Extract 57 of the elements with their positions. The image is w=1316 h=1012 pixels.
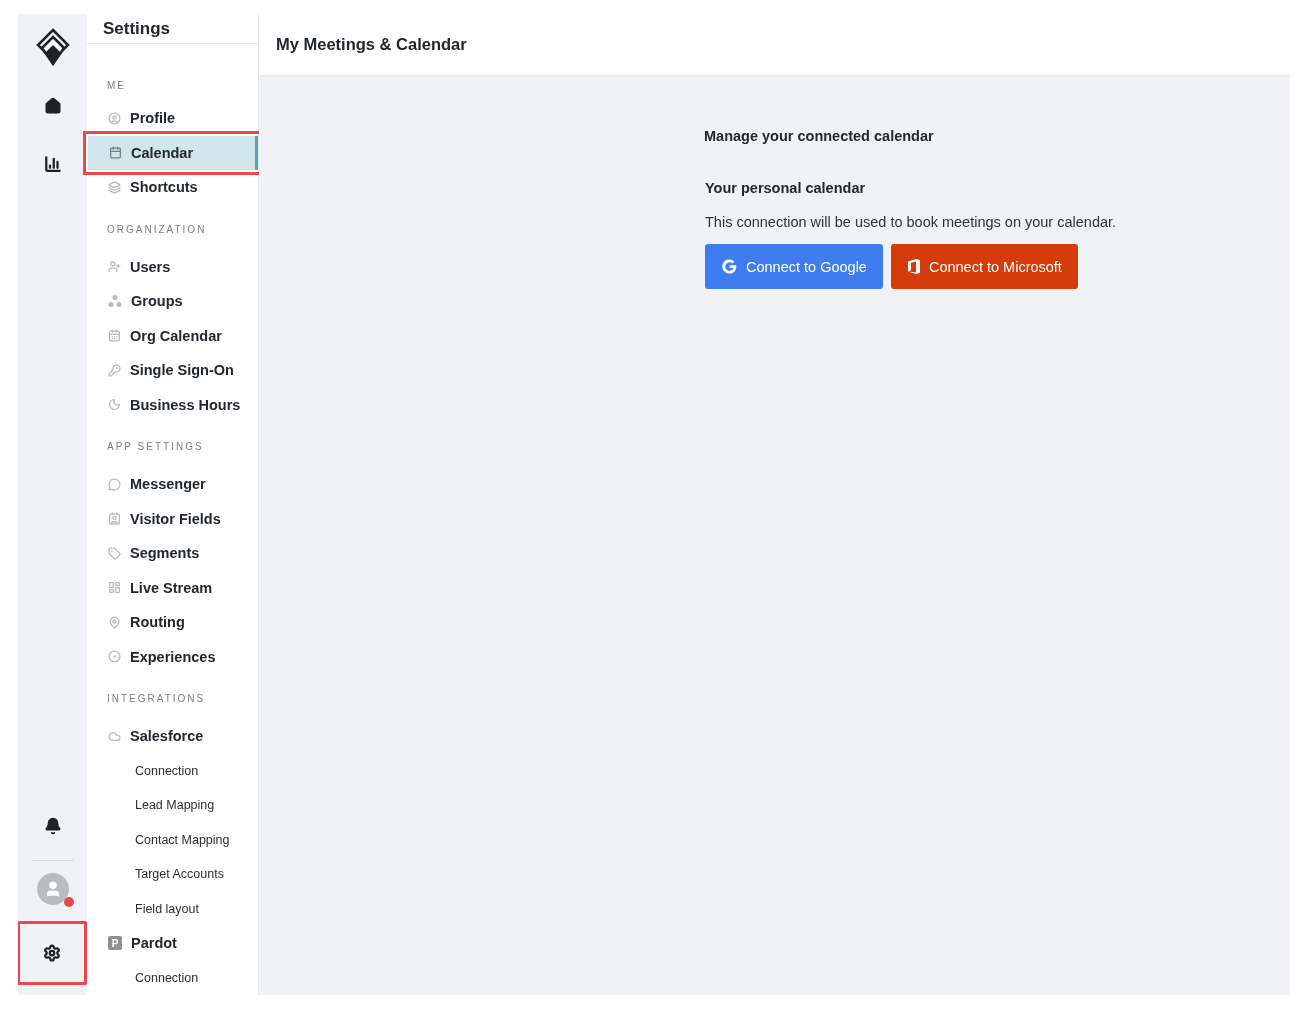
section-label-text: APP SETTINGS bbox=[107, 441, 204, 452]
sidebar-item[interactable]: Business Hours bbox=[87, 387, 258, 422]
moon-icon bbox=[108, 398, 121, 412]
map-pin-icon bbox=[108, 615, 121, 629]
description-text: This connection will be used to book meetings on your calendar. bbox=[704, 214, 1118, 230]
user-plus-icon bbox=[108, 260, 121, 274]
sidebar-item[interactable]: Segments bbox=[87, 536, 258, 571]
sidebar-item[interactable]: Shortcuts bbox=[87, 170, 258, 205]
page-title: My Meetings & Calendar bbox=[276, 35, 467, 54]
sidebar-subitem[interactable]: Contact Mapping bbox=[87, 822, 258, 857]
sidebar-item[interactable]: Single Sign-On bbox=[87, 353, 258, 388]
sidebar-item[interactable]: Profile bbox=[87, 101, 258, 136]
user-circle-icon bbox=[108, 111, 121, 125]
section-heading: Manage your connected calendar bbox=[704, 128, 935, 144]
sidebar-item[interactable]: Org Calendar bbox=[87, 318, 258, 353]
calendar-icon bbox=[108, 329, 121, 343]
sidebar-subitem[interactable]: Connection bbox=[87, 753, 258, 788]
office-icon bbox=[906, 258, 921, 275]
subheading: Your personal calendar bbox=[704, 180, 867, 196]
sidebar-item[interactable]: Groups bbox=[87, 284, 258, 319]
google-g-icon bbox=[721, 258, 738, 275]
sidebar-item[interactable]: Visitor Fields bbox=[87, 501, 258, 536]
cloud-icon bbox=[108, 729, 121, 743]
letter-badge: P bbox=[108, 936, 122, 951]
sidebar-item[interactable]: Experiences bbox=[87, 639, 258, 674]
sidebar-item[interactable]: Routing bbox=[87, 605, 258, 640]
sidebar-item[interactable]: P Pardot bbox=[87, 926, 258, 961]
calendar-icon bbox=[109, 146, 122, 160]
connect-google-button[interactable]: Connect to Google bbox=[705, 244, 883, 289]
sidebar-item[interactable]: Salesforce bbox=[87, 719, 258, 754]
section-label-text: ORGANIZATION bbox=[107, 223, 207, 235]
section-label-text: ME bbox=[107, 80, 126, 91]
sidebar-item[interactable]: Messenger bbox=[87, 467, 258, 502]
connect-microsoft-button[interactable]: Connect to Microsoft bbox=[890, 244, 1078, 289]
dots-icon bbox=[108, 294, 122, 309]
section-label-text: INTEGRATIONS bbox=[107, 693, 206, 704]
bell-icon bbox=[43, 817, 62, 835]
sidebar-title: Settings bbox=[103, 18, 171, 39]
settings-icon bbox=[42, 944, 61, 962]
sidebar-subitem[interactable]: Lead Mapping bbox=[87, 788, 258, 823]
avatar-button[interactable] bbox=[36, 873, 69, 905]
layers-icon bbox=[108, 180, 121, 194]
key-icon bbox=[108, 363, 121, 377]
home-icon bbox=[43, 97, 62, 115]
chat-bubble-icon bbox=[108, 477, 121, 491]
logo-icon bbox=[35, 28, 70, 66]
sidebar-subitem[interactable]: Connection bbox=[87, 960, 258, 995]
sidebar-item[interactable]: Users bbox=[87, 249, 258, 284]
sidebar-item[interactable]: Live Stream bbox=[87, 570, 258, 605]
tag-icon bbox=[108, 546, 121, 560]
sidebar-subitem[interactable]: Field layout bbox=[87, 891, 258, 926]
contact-card-icon bbox=[108, 512, 121, 526]
dashboard-icon bbox=[108, 581, 121, 595]
settings-button[interactable] bbox=[18, 921, 87, 985]
sidebar-subitem[interactable]: Target Accounts bbox=[87, 857, 258, 892]
bar-chart-icon bbox=[43, 155, 62, 173]
target-icon bbox=[108, 650, 121, 664]
